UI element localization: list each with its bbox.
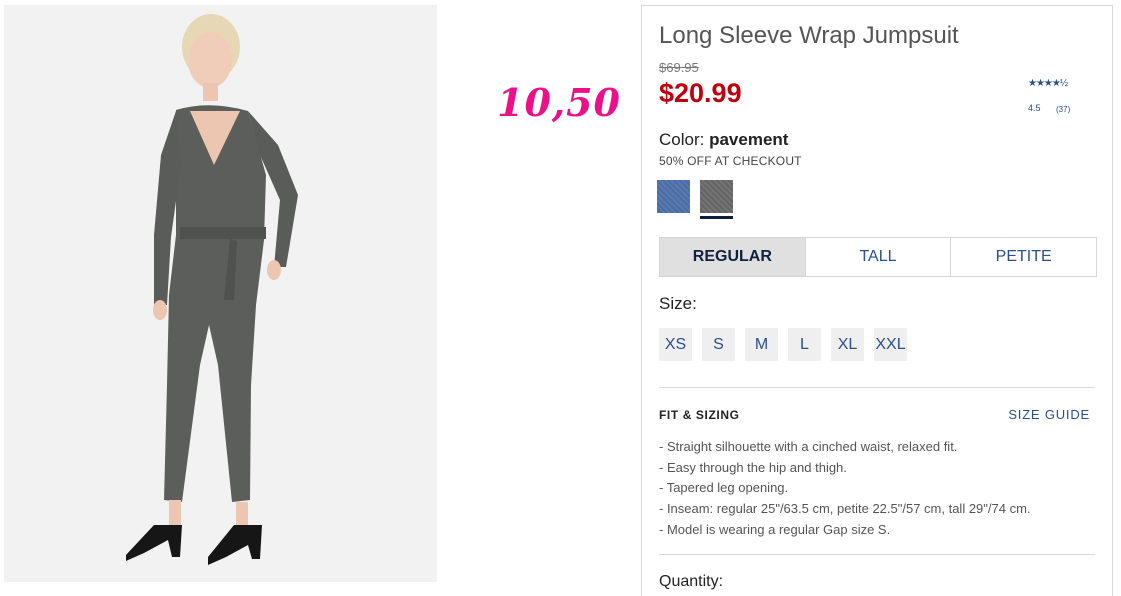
tab-regular[interactable]: REGULAR <box>660 238 805 276</box>
list-item: - Model is wearing a regular Gap size S. <box>659 521 891 537</box>
fit-tabs: REGULAR TALL PETITE <box>659 237 1097 277</box>
size-xs-button[interactable]: XS <box>659 328 692 361</box>
product-photo <box>4 5 437 582</box>
rating-stars[interactable]: ★★★★½ <box>1028 78 1068 89</box>
size-label: Size: <box>659 294 697 313</box>
size-m-button[interactable]: M <box>745 328 778 361</box>
list-item: - Straight silhouette with a cinched wai… <box>659 439 958 454</box>
handwritten-price-annotation: 10,50 <box>497 80 621 125</box>
tab-tall[interactable]: TALL <box>804 238 951 276</box>
model-illustration <box>4 5 437 582</box>
color-selection: Color: pavement <box>659 130 788 150</box>
fit-sizing-heading: FIT & SIZING <box>659 408 740 422</box>
size-guide-link[interactable]: SIZE GUIDE <box>1008 407 1090 422</box>
color-label: Color: <box>659 130 710 149</box>
size-l-button[interactable]: L <box>788 328 821 361</box>
swatch-blue[interactable] <box>657 180 690 213</box>
review-count-link[interactable]: (37) <box>1056 105 1070 114</box>
quantity-label: Quantity: <box>659 573 724 590</box>
size-options: XS S M L XL XXL <box>659 328 907 361</box>
list-item: - Easy through the hip and thigh. <box>659 459 847 475</box>
product-title: Long Sleeve Wrap Jumpsuit <box>659 22 959 49</box>
list-item: - Tapered leg opening. <box>659 480 789 496</box>
selected-swatch-indicator <box>700 216 733 219</box>
size-xxl-button[interactable]: XXL <box>874 328 907 361</box>
sale-price: $20.99 <box>659 78 742 108</box>
list-item: - Inseam: regular 25"/63.5 cm, petite 22… <box>659 501 1031 517</box>
product-info-panel: Long Sleeve Wrap Jumpsuit $69.95 $20.99 … <box>641 5 1113 596</box>
divider <box>659 554 1095 555</box>
color-value: pavement <box>709 130 789 149</box>
size-xl-button[interactable]: XL <box>831 328 864 361</box>
original-price: $69.95 <box>659 60 699 75</box>
size-s-button[interactable]: S <box>702 328 735 361</box>
divider <box>659 387 1095 388</box>
swatch-pavement[interactable] <box>700 180 733 213</box>
promo-text: 50% OFF AT CHECKOUT <box>659 154 802 168</box>
tab-petite[interactable]: PETITE <box>950 238 1096 276</box>
rating-value: 4.5 <box>1028 103 1041 113</box>
fit-details-list: - Straight silhouette with a cinched wai… <box>659 437 1031 541</box>
